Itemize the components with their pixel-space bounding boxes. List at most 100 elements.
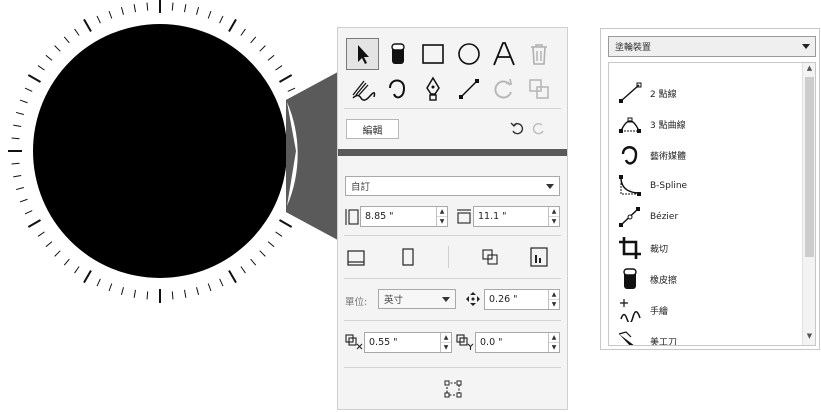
list-item-three-point-curve[interactable]: 3 點曲線 — [609, 109, 803, 139]
page-width-icon — [345, 209, 359, 225]
divider — [344, 367, 561, 368]
text-tool[interactable] — [487, 38, 520, 70]
increment-arrow[interactable]: ▲ — [549, 207, 559, 216]
dial-tick — [240, 266, 246, 274]
pick-tool[interactable] — [346, 38, 380, 70]
page-layout-icon[interactable] — [530, 247, 548, 267]
page-size-select[interactable]: 自訂 — [345, 176, 560, 196]
freehand-icon — [620, 299, 641, 322]
list-item-bezier[interactable]: Bézier — [609, 202, 803, 232]
rectangle-tool[interactable] — [417, 38, 450, 70]
increment-arrow[interactable]: ▲ — [441, 333, 451, 342]
trash-icon — [531, 44, 548, 65]
text-a-icon — [493, 42, 515, 66]
decrement-arrow[interactable]: ▼ — [437, 216, 447, 226]
fluid-curve-tool[interactable] — [381, 73, 414, 105]
redo-icon[interactable] — [532, 120, 546, 136]
undo-redo-group — [510, 120, 546, 136]
dial-tick — [96, 278, 101, 287]
tool-list: 2 點線 3 點曲線 藝術媒體 B-Spline Bézier 裁切 橡皮擦 手… — [608, 62, 816, 346]
page-height-input[interactable]: 11.1 " ▲ ▼ — [473, 206, 560, 227]
list-item-label: 橡皮擦 — [650, 275, 678, 286]
list-item-label: B-Spline — [650, 181, 688, 191]
eraser-icon — [391, 43, 405, 64]
list-item-knife[interactable]: 美工刀 — [609, 326, 803, 346]
decrement-arrow[interactable]: ▼ — [549, 299, 559, 309]
page-height-value: 11.1 " — [478, 211, 507, 222]
arrow-pointer-icon — [357, 45, 369, 64]
artistic-media-tool[interactable] — [346, 73, 379, 105]
trash-tool[interactable] — [523, 38, 556, 70]
chevron-down-icon — [802, 44, 810, 49]
crop-icon — [619, 237, 641, 259]
duplicate-x-input[interactable]: 0.55 " ▲ ▼ — [364, 332, 452, 353]
chevron-down-icon — [442, 297, 450, 302]
portrait-orientation-icon[interactable] — [402, 248, 414, 266]
list-item-crop[interactable]: 裁切 — [609, 233, 803, 263]
dial-tick — [74, 266, 80, 274]
dial-tick — [183, 289, 187, 298]
two-point-line-icon — [619, 82, 642, 103]
ellipse-icon — [457, 43, 480, 65]
divider — [344, 108, 561, 109]
units-label: 單位: — [345, 297, 368, 308]
increment-arrow[interactable]: ▲ — [437, 207, 447, 216]
undo-icon[interactable] — [510, 120, 524, 136]
eraser-tool[interactable] — [381, 38, 414, 70]
overlap-squares-icon — [529, 79, 550, 99]
page-height-icon — [457, 209, 471, 224]
all-pages-icon[interactable] — [482, 249, 498, 265]
brush-stroke-icon — [352, 80, 375, 101]
edit-button[interactable]: 編輯 — [346, 119, 399, 139]
refresh-icon — [494, 78, 513, 99]
dial-tick — [120, 287, 124, 296]
artistic-media-icon — [621, 146, 638, 165]
dial-tick — [146, 291, 149, 300]
scrollbar-thumb[interactable] — [805, 77, 814, 257]
duplicate-x-value: 0.55 " — [369, 337, 398, 348]
duplicate-tool[interactable] — [523, 73, 556, 105]
nudge-input[interactable]: 0.26 " ▲ ▼ — [484, 289, 560, 310]
landscape-orientation-icon[interactable] — [347, 250, 365, 266]
duplicate-y-input[interactable]: 0.0 " ▲ ▼ — [475, 332, 560, 353]
nudge-icon — [466, 292, 480, 306]
line-tool[interactable] — [452, 73, 485, 105]
decrement-arrow[interactable]: ▼ — [549, 216, 559, 226]
list-item-artistic-media[interactable]: 藝術媒體 — [609, 140, 803, 170]
nudge-value: 0.26 " — [489, 294, 518, 305]
two-point-line-icon — [458, 79, 479, 99]
tool-group-select[interactable]: 塗輪裝置 — [608, 36, 816, 57]
dial-tick — [207, 283, 212, 292]
increment-arrow[interactable]: ▲ — [549, 333, 559, 342]
page-size-value: 自訂 — [351, 182, 371, 193]
scroll-up-arrow[interactable]: ▲ — [803, 64, 815, 76]
list-scrollbar[interactable]: ▲ ▼ — [802, 63, 815, 345]
decrement-arrow[interactable]: ▼ — [549, 342, 559, 352]
ellipse-tool[interactable] — [452, 38, 485, 70]
chevron-down-icon — [546, 184, 554, 189]
page-width-input[interactable]: 8.85 " ▲ ▼ — [360, 206, 448, 227]
dial-tick — [196, 287, 200, 296]
rectangle-icon — [422, 44, 445, 64]
decrement-arrow[interactable]: ▼ — [441, 342, 451, 352]
divider — [448, 246, 449, 268]
select-bounds-icon[interactable] — [444, 380, 462, 398]
dial-tick — [219, 278, 224, 287]
units-select[interactable]: 英寸 — [378, 289, 456, 309]
pen-nib-icon — [426, 76, 441, 101]
list-item-label: 美工刀 — [650, 337, 678, 346]
increment-arrow[interactable]: ▲ — [549, 290, 559, 299]
list-item-label: 手繪 — [650, 306, 669, 317]
list-item-eraser[interactable]: 橡皮擦 — [609, 264, 803, 294]
knife-icon — [618, 331, 634, 345]
list-item-two-point-line[interactable]: 2 點線 — [609, 78, 803, 108]
dial-tick — [171, 291, 174, 300]
duplicate-y-icon — [456, 334, 474, 350]
pen-tool[interactable] — [417, 73, 450, 105]
list-item-freehand[interactable]: 手繪 — [609, 295, 803, 325]
list-item-b-spline[interactable]: B-Spline — [609, 171, 803, 201]
dial-tick — [133, 289, 137, 298]
connector-wedge-inner — [287, 102, 298, 206]
refresh-tool[interactable] — [487, 73, 520, 105]
scroll-down-arrow[interactable]: ▼ — [803, 332, 815, 344]
